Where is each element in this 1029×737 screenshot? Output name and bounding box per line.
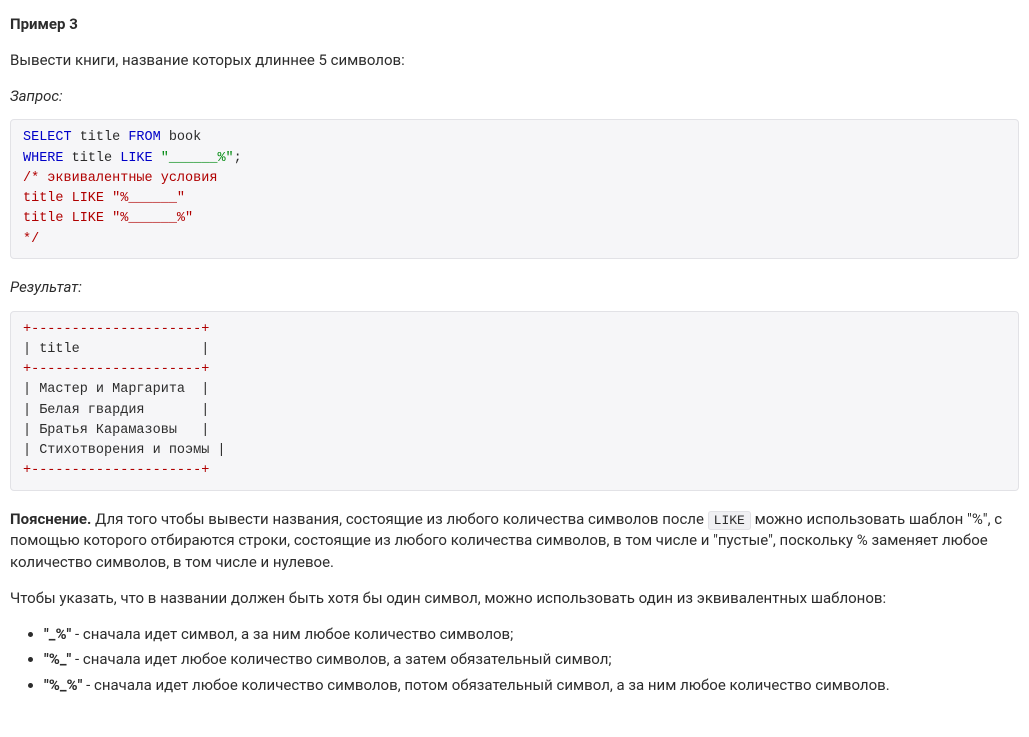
sql-table: book <box>161 130 202 145</box>
sql-column: title <box>72 130 129 145</box>
pattern-literal: "_%" <box>44 625 71 643</box>
sql-space <box>153 151 161 166</box>
result-label: Результат: <box>10 277 1019 299</box>
result-border: +---------------------+ <box>23 463 209 478</box>
task-description: Вывести книги, название которых длиннее … <box>10 50 1019 72</box>
pattern-desc: - сначала идет любое количество символов… <box>82 676 889 694</box>
example-heading: Пример 3 <box>10 14 1019 36</box>
sql-column: title <box>64 151 121 166</box>
pattern-desc: - сначала идет любое количество символов… <box>71 650 611 668</box>
explanation-text: Для того чтобы вывести названия, состоящ… <box>95 510 708 528</box>
query-label: Запрос: <box>10 86 1019 108</box>
list-item: "%_%" - сначала идет любое количество си… <box>44 675 1019 697</box>
result-row: | Мастер и Маргарита | <box>23 382 209 397</box>
pattern-list: "_%" - сначала идет символ, а за ним люб… <box>10 624 1019 697</box>
explanation-paragraph: Пояснение. Для того чтобы вывести назван… <box>10 509 1019 574</box>
result-row: | Стихотворения и поэмы | <box>23 443 226 458</box>
sql-keyword: LIKE <box>120 151 152 166</box>
explanation-label: Пояснение. <box>10 510 91 528</box>
sql-keyword: WHERE <box>23 151 64 166</box>
result-header: | title | <box>23 342 209 357</box>
result-border: +---------------------+ <box>23 362 209 377</box>
result-block: +---------------------+ | title | +-----… <box>10 311 1019 491</box>
sql-keyword: FROM <box>128 130 160 145</box>
inline-code-like: LIKE <box>708 511 751 530</box>
sql-comment: title LIKE "%______" <box>23 191 185 206</box>
sql-query-block: SELECT title FROM book WHERE title LIKE … <box>10 119 1019 259</box>
sql-comment: title LIKE "%______%" <box>23 211 193 226</box>
pattern-literal: "%_%" <box>44 676 82 694</box>
list-item: "_%" - сначала идет символ, а за ним люб… <box>44 624 1019 646</box>
pattern-literal: "%_" <box>44 650 71 668</box>
sql-comment: /* эквивалентные условия <box>23 171 217 186</box>
sql-comment: */ <box>23 232 39 247</box>
result-border: +---------------------+ <box>23 322 209 337</box>
patterns-intro: Чтобы указать, что в названии должен быт… <box>10 588 1019 610</box>
pattern-desc: - сначала идет символ, а за ним любое ко… <box>71 625 513 643</box>
list-item: "%_" - сначала идет любое количество сим… <box>44 649 1019 671</box>
result-row: | Белая гвардия | <box>23 403 209 418</box>
result-row: | Братья Карамазовы | <box>23 423 209 438</box>
sql-semicolon: ; <box>234 151 242 166</box>
sql-string: "______%" <box>161 151 234 166</box>
sql-keyword: SELECT <box>23 130 72 145</box>
